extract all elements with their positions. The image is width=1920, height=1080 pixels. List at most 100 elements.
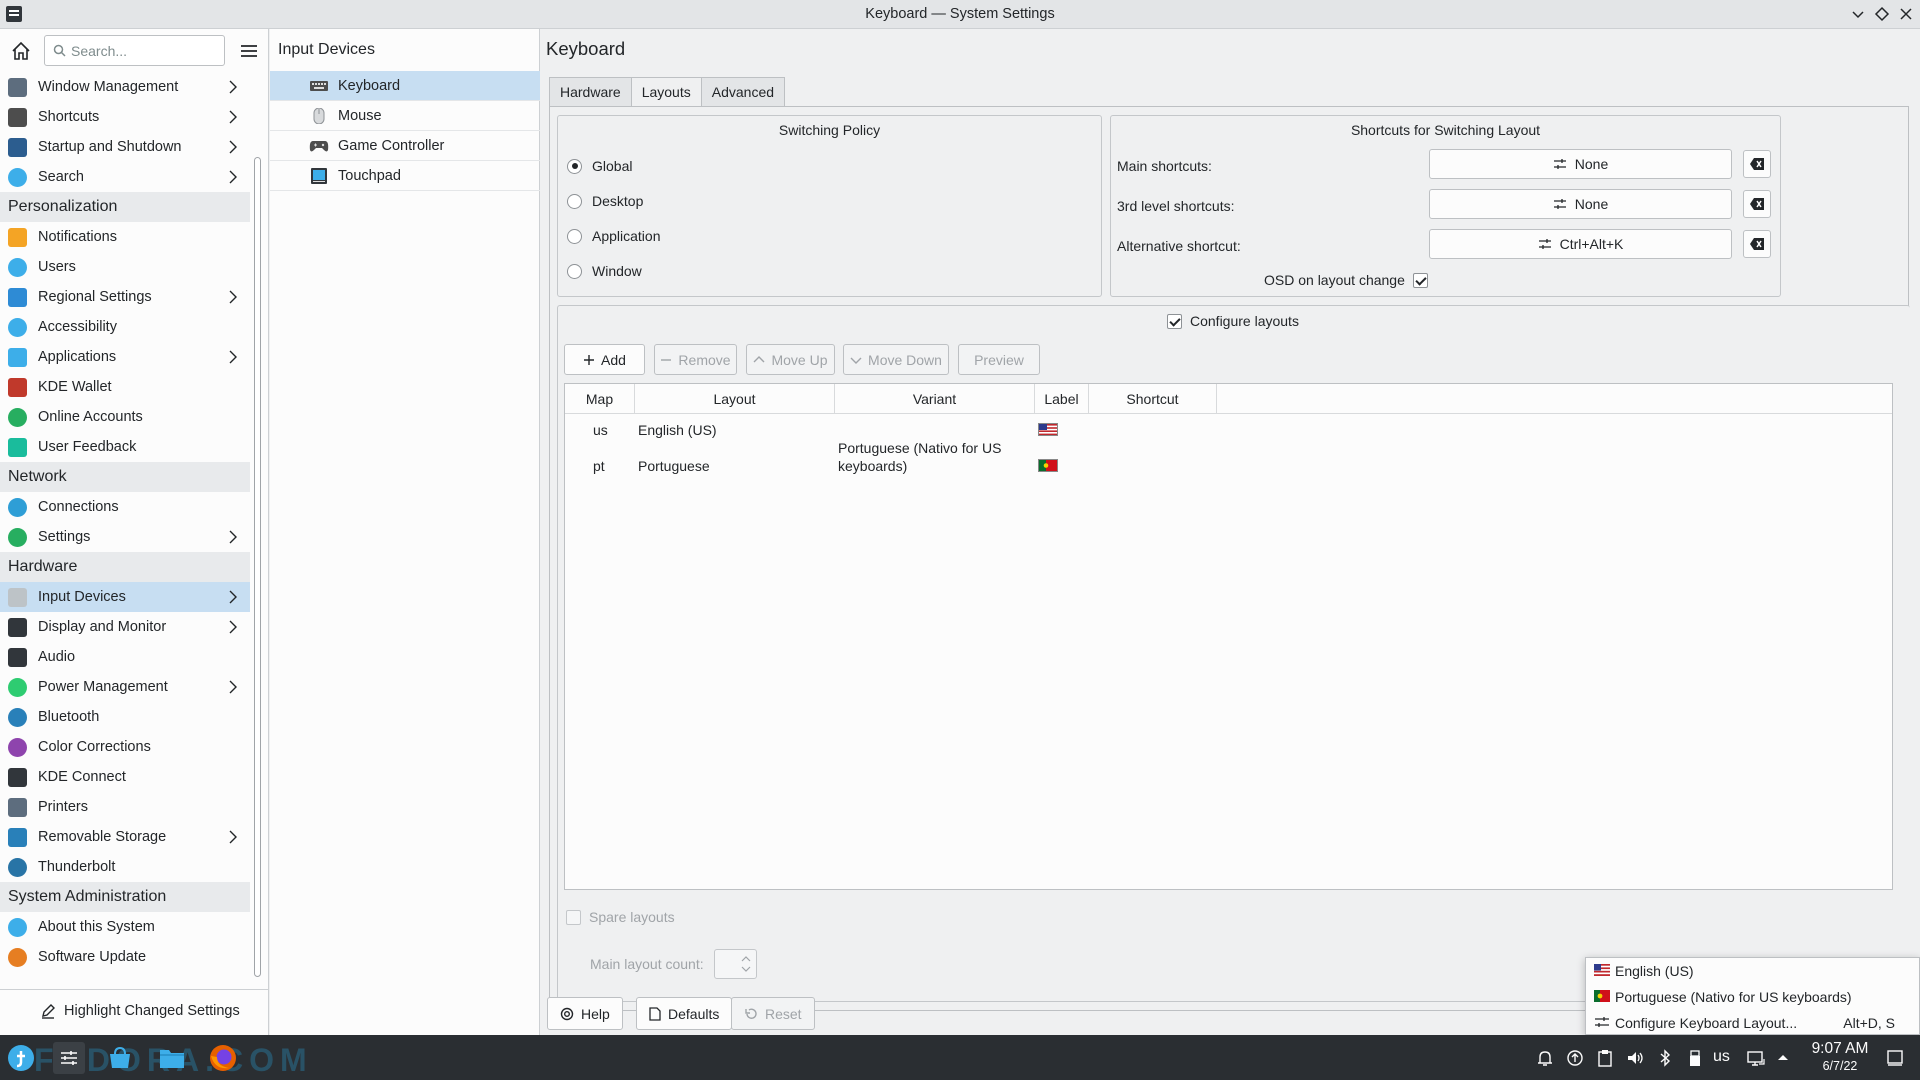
- tab-advanced[interactable]: Advanced: [700, 77, 786, 107]
- maximize-icon[interactable]: [1872, 4, 1892, 24]
- move-down-button[interactable]: Move Down: [843, 344, 949, 375]
- subpanel-item-touchpad[interactable]: Touchpad: [270, 161, 540, 191]
- sidebar-item-regional-settings[interactable]: Regional Settings: [0, 282, 250, 312]
- subpanel-item-label: Game Controller: [338, 138, 445, 154]
- system-settings-task-icon[interactable]: [53, 1042, 85, 1074]
- search-field[interactable]: [44, 35, 225, 66]
- sidebar-item-notifications[interactable]: Notifications: [0, 222, 250, 252]
- radio-button[interactable]: [567, 158, 582, 174]
- clear-third-level-shortcut-button[interactable]: [1743, 190, 1771, 218]
- close-icon[interactable]: [1896, 4, 1916, 24]
- file-manager-icon[interactable]: [156, 1042, 188, 1074]
- switching-policy-title: Switching Policy: [778, 122, 881, 138]
- show-hidden-icons-arrow-icon[interactable]: [1773, 1048, 1793, 1068]
- radio-desktop[interactable]: Desktop: [567, 193, 643, 209]
- sidebar-item-color-corrections[interactable]: Color Corrections: [0, 732, 250, 762]
- column-header-map[interactable]: Map: [565, 384, 635, 414]
- osd-option[interactable]: OSD on layout change: [1264, 272, 1428, 288]
- sidebar-item-power-management[interactable]: Power Management: [0, 672, 250, 702]
- sidebar-item-connections[interactable]: Connections: [0, 492, 250, 522]
- column-header-label[interactable]: Label: [1035, 384, 1089, 414]
- tab-hardware[interactable]: Hardware: [549, 77, 632, 107]
- sidebar: Window Management Shortcuts Startup and Sh…: [0, 29, 269, 1035]
- notification-tray-icon[interactable]: [1535, 1048, 1555, 1068]
- menu-item-english-us[interactable]: English (US): [1586, 958, 1919, 984]
- sidebar-item-accessibility[interactable]: Accessibility: [0, 312, 250, 342]
- clipboard-tray-icon[interactable]: [1595, 1048, 1615, 1068]
- column-header-variant[interactable]: Variant: [835, 384, 1035, 414]
- application-launcher-icon[interactable]: [5, 1042, 37, 1074]
- sidebar-item-audio[interactable]: Audio: [0, 642, 250, 672]
- sidebar-item-user-feedback[interactable]: User Feedback: [0, 432, 250, 462]
- third-level-shortcuts-button[interactable]: None: [1429, 189, 1732, 219]
- menu-item-configure-keyboard-layout[interactable]: Configure Keyboard Layout... Alt+D, S: [1586, 1010, 1919, 1036]
- sidebar-item-startup-and-shutdown[interactable]: Startup and Shutdown: [0, 132, 250, 162]
- sidebar-item-bluetooth[interactable]: Bluetooth: [0, 702, 250, 732]
- add-button[interactable]: Add: [564, 344, 645, 375]
- menu-item-portuguese[interactable]: Portuguese (Nativo for US keyboards): [1586, 984, 1919, 1010]
- sidebar-item-search[interactable]: Search: [0, 162, 250, 192]
- sidebar-item-input-devices[interactable]: Input Devices: [0, 582, 250, 612]
- help-button[interactable]: Help: [547, 997, 623, 1030]
- discover-icon[interactable]: [104, 1042, 136, 1074]
- configure-layouts-option[interactable]: Configure layouts: [1167, 313, 1299, 329]
- search-input[interactable]: [71, 41, 221, 61]
- sidebar-item-users[interactable]: Users: [0, 252, 250, 282]
- sidebar-item-removable-storage[interactable]: Removable Storage: [0, 822, 250, 852]
- clear-main-shortcut-button[interactable]: [1743, 150, 1771, 178]
- reset-button[interactable]: Reset: [731, 997, 815, 1030]
- column-header-shortcut[interactable]: Shortcut: [1089, 384, 1217, 414]
- highlight-changed-settings-button[interactable]: Highlight Changed Settings: [40, 1003, 240, 1019]
- main-shortcuts-button[interactable]: None: [1429, 149, 1732, 179]
- radio-button[interactable]: [567, 193, 582, 209]
- move-down-label: Move Down: [868, 351, 942, 368]
- defaults-button[interactable]: Defaults: [636, 997, 733, 1030]
- sidebar-item-online-accounts[interactable]: Online Accounts: [0, 402, 250, 432]
- move-up-button[interactable]: Move Up: [746, 344, 835, 375]
- radio-button[interactable]: [567, 228, 582, 244]
- configure-layouts-checkbox[interactable]: [1167, 313, 1182, 329]
- sidebar-item-applications[interactable]: Applications: [0, 342, 250, 372]
- radio-global[interactable]: Global: [567, 158, 632, 174]
- show-desktop-icon[interactable]: [1885, 1048, 1905, 1068]
- subpanel-item-keyboard[interactable]: Keyboard: [270, 71, 540, 101]
- radio-application[interactable]: Application: [567, 228, 661, 244]
- bluetooth-tray-icon[interactable]: [1655, 1048, 1675, 1068]
- radio-button[interactable]: [567, 263, 582, 279]
- column-header-layout[interactable]: Layout: [635, 384, 835, 414]
- sidebar-scrollbar[interactable]: [254, 157, 261, 977]
- tab-layouts[interactable]: Layouts: [630, 77, 702, 107]
- spare-layouts-option[interactable]: Spare layouts: [566, 909, 675, 925]
- home-icon[interactable]: [9, 39, 33, 63]
- subpanel-item-game-controller[interactable]: Game Controller: [270, 131, 540, 161]
- clear-alternative-shortcut-button[interactable]: [1743, 230, 1771, 258]
- spare-layouts-checkbox[interactable]: [566, 909, 581, 925]
- sidebar-item-window-management[interactable]: Window Management: [0, 72, 250, 102]
- usb-storage-tray-icon[interactable]: [1685, 1048, 1705, 1068]
- sidebar-item-software-update[interactable]: Software Update: [0, 942, 250, 972]
- sidebar-item-about-this-system[interactable]: About this System: [0, 912, 250, 942]
- hamburger-menu-icon[interactable]: [238, 40, 260, 62]
- keyboard-layout-indicator[interactable]: us: [1713, 1048, 1730, 1066]
- digital-clock[interactable]: 9:07 AM 6/7/22: [1795, 1040, 1885, 1073]
- network-tray-icon[interactable]: [1746, 1048, 1766, 1068]
- remove-button[interactable]: Remove: [654, 344, 737, 375]
- preview-button[interactable]: Preview: [958, 344, 1040, 375]
- minimize-icon[interactable]: [1848, 4, 1868, 24]
- subpanel-item-mouse[interactable]: Mouse: [270, 101, 540, 131]
- sidebar-item-shortcuts[interactable]: Shortcuts: [0, 102, 250, 132]
- sidebar-item-settings[interactable]: Settings: [0, 522, 250, 552]
- osd-checkbox[interactable]: [1412, 272, 1428, 288]
- sidebar-item-display-and-monitor[interactable]: Display and Monitor: [0, 612, 250, 642]
- sidebar-item-thunderbolt[interactable]: Thunderbolt: [0, 852, 250, 882]
- firefox-icon[interactable]: [207, 1042, 239, 1074]
- volume-tray-icon[interactable]: [1625, 1048, 1645, 1068]
- sidebar-item-kde-connect[interactable]: KDE Connect: [0, 762, 250, 792]
- radio-window[interactable]: Window: [567, 263, 642, 279]
- main-layout-count-spinbox[interactable]: [713, 949, 757, 979]
- sidebar-item-printers[interactable]: Printers: [0, 792, 250, 822]
- sidebar-item-label: Regional Settings: [38, 289, 152, 305]
- sidebar-item-kde-wallet[interactable]: KDE Wallet: [0, 372, 250, 402]
- updates-tray-icon[interactable]: [1565, 1048, 1585, 1068]
- alternative-shortcut-button[interactable]: Ctrl+Alt+K: [1429, 229, 1732, 259]
